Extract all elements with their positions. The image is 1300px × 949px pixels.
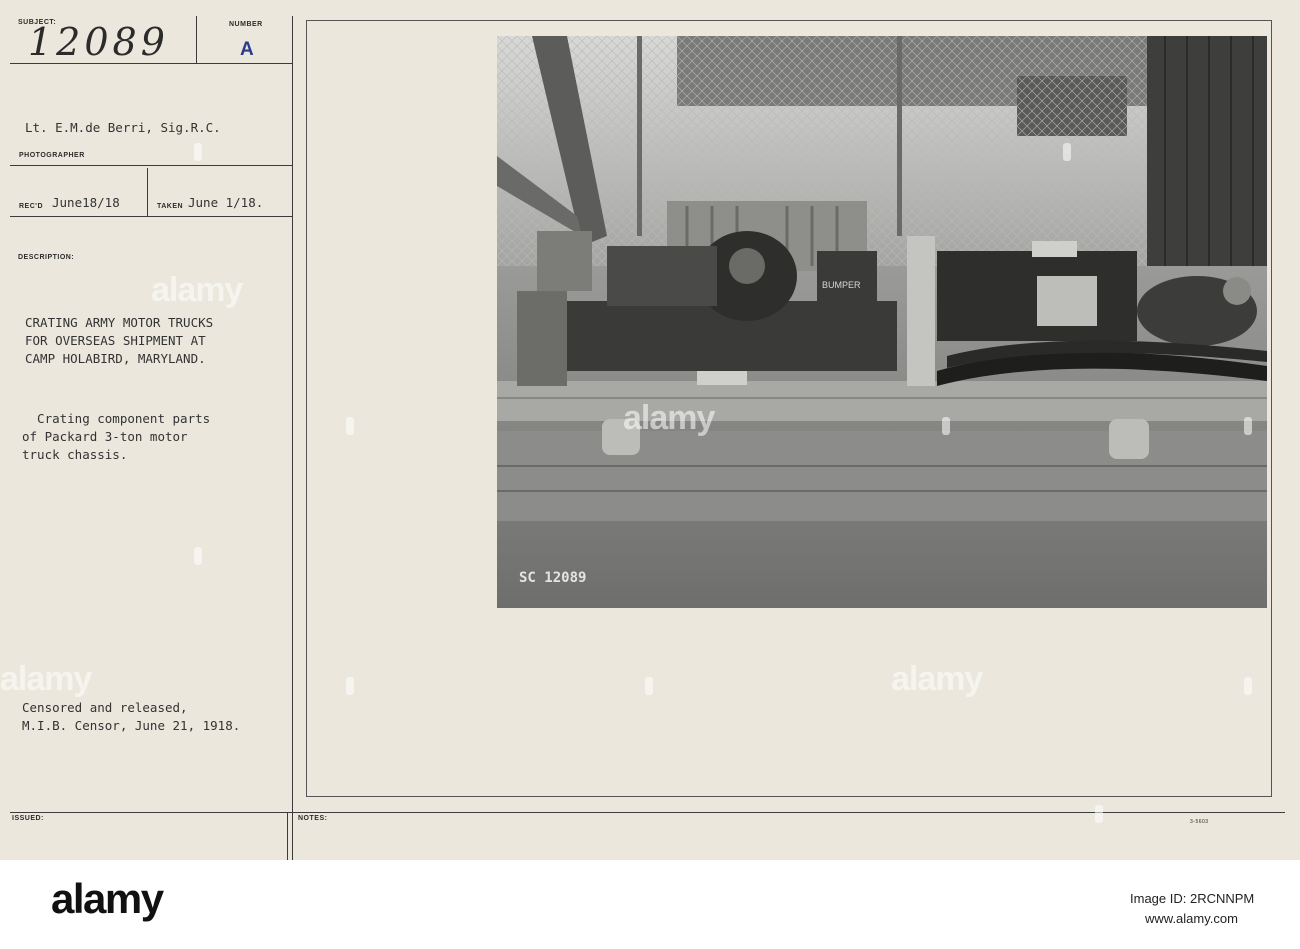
fence-post bbox=[897, 36, 902, 236]
crate-base bbox=[497, 381, 1267, 421]
watermark-dot bbox=[1095, 805, 1103, 823]
form-number: 3-5603 bbox=[1190, 819, 1209, 825]
hub bbox=[1223, 277, 1251, 305]
steering-box bbox=[607, 246, 717, 306]
watermark: alamy bbox=[0, 660, 92, 698]
censor-line-1: Censored and released, bbox=[22, 700, 188, 715]
record-card: SUBJECT: NUMBER 12089 A Lt. E.M.de Berri… bbox=[0, 0, 1300, 860]
rule-left-column bbox=[292, 16, 293, 860]
watermark-dot bbox=[1063, 143, 1071, 161]
recd-label: REC'D bbox=[19, 203, 43, 210]
caption-line-3: truck chassis. bbox=[22, 447, 128, 462]
photographer-value: Lt. E.M.de Berri, Sig.R.C. bbox=[25, 120, 221, 135]
wood-block bbox=[697, 371, 747, 385]
timber-block bbox=[537, 231, 592, 291]
censor-line-2: M.I.B. Censor, June 21, 1918. bbox=[22, 718, 241, 733]
bumper-crate bbox=[817, 251, 877, 301]
watermark-dot bbox=[942, 417, 950, 435]
caption-line-1: Crating component parts bbox=[22, 411, 211, 426]
watermark-dot bbox=[346, 417, 354, 435]
recd-value: June18/18 bbox=[52, 195, 120, 210]
photographer-label: PHOTOGRAPHER bbox=[19, 152, 85, 159]
watermark: alamy bbox=[623, 399, 715, 437]
negative-number: SC 12089 bbox=[519, 570, 586, 586]
description-line-3: CAMP HOLABIRD, MARYLAND. bbox=[25, 351, 206, 366]
watermark-dot bbox=[645, 677, 653, 695]
photo-drawing: BUMPER SC 12089 bbox=[497, 36, 1267, 608]
watermark: alamy bbox=[891, 660, 983, 698]
wood-block bbox=[1032, 241, 1077, 257]
rule-photographer bbox=[10, 165, 292, 166]
description-line-2: FOR OVERSEAS SHIPMENT AT bbox=[25, 333, 206, 348]
watermark-dot bbox=[1244, 417, 1252, 435]
rule-recd-taken bbox=[147, 168, 148, 216]
image-id: Image ID: 2RCNNPM bbox=[1130, 891, 1255, 906]
packing-block bbox=[1037, 276, 1097, 326]
watermark-dot bbox=[346, 677, 354, 695]
subject-number: 12089 bbox=[28, 20, 169, 64]
caption-line-2: of Packard 3-ton motor bbox=[22, 429, 188, 444]
rule-dates bbox=[10, 216, 292, 217]
taken-value: June 1/18. bbox=[188, 195, 264, 210]
number-label: NUMBER bbox=[229, 21, 263, 28]
description-line-1: CRATING ARMY MOTOR TRUCKS bbox=[25, 315, 214, 330]
footer-bar bbox=[0, 860, 1300, 949]
description-label: DESCRIPTION: bbox=[18, 254, 75, 261]
fence-post bbox=[637, 36, 642, 236]
watermark-dot bbox=[194, 547, 202, 565]
bumper-crate-label: BUMPER bbox=[822, 280, 861, 290]
footer-logo: alamy bbox=[51, 875, 164, 922]
watermark-dot bbox=[194, 143, 202, 161]
site-url: www.alamy.com bbox=[1145, 911, 1238, 926]
rule-subject-number bbox=[196, 16, 197, 63]
rule-bottom bbox=[10, 812, 1285, 813]
differential-cover bbox=[729, 248, 765, 284]
number-stamp: A bbox=[240, 39, 254, 60]
crate-upright bbox=[907, 236, 935, 386]
rule-issued-notes bbox=[287, 812, 288, 860]
crate-support bbox=[1109, 419, 1149, 459]
watermark-dot bbox=[1244, 677, 1252, 695]
timber-block bbox=[517, 291, 567, 386]
watermark: alamy bbox=[151, 271, 243, 309]
truck-chassis-photo: BUMPER SC 12089 bbox=[497, 36, 1267, 608]
notes-label: NOTES: bbox=[298, 815, 328, 822]
front-axle-assembly bbox=[517, 301, 897, 371]
taken-label: TAKEN bbox=[157, 203, 184, 210]
issued-label: ISSUED: bbox=[12, 815, 44, 822]
